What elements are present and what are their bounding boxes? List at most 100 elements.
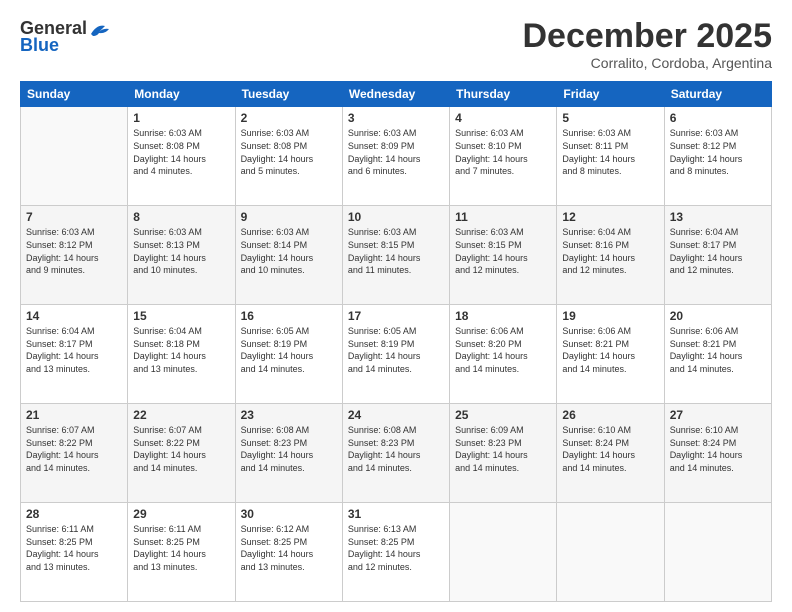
weekday-header-monday: Monday [128, 82, 235, 107]
calendar-cell: 8 Sunrise: 6:03 AMSunset: 8:13 PMDaylight… [128, 206, 235, 305]
day-number: 4 [455, 111, 551, 125]
logo: General Blue [20, 18, 111, 56]
calendar-cell [450, 503, 557, 602]
calendar-cell: 16 Sunrise: 6:05 AMSunset: 8:19 PMDayligh… [235, 305, 342, 404]
day-info: Sunrise: 6:03 AMSunset: 8:09 PMDaylight:… [348, 127, 444, 177]
month-title: December 2025 [522, 18, 772, 55]
day-info: Sunrise: 6:03 AMSunset: 8:08 PMDaylight:… [133, 127, 229, 177]
calendar-cell: 14Sunrise: 6:04 AMSunset: 8:17 PMDayligh… [21, 305, 128, 404]
day-number: 17 [348, 309, 444, 323]
day-number: 7 [26, 210, 122, 224]
location-subtitle: Corralito, Cordoba, Argentina [522, 55, 772, 71]
day-info: Sunrise: 6:03 AMSunset: 8:11 PMDaylight:… [562, 127, 658, 177]
calendar-cell: 10 Sunrise: 6:03 AMSunset: 8:15 PMDayligh… [342, 206, 449, 305]
day-number: 27 [670, 408, 766, 422]
calendar-cell: 5 Sunrise: 6:03 AMSunset: 8:11 PMDaylight… [557, 107, 664, 206]
weekday-header-thursday: Thursday [450, 82, 557, 107]
calendar-cell: 20Sunrise: 6:06 AMSunset: 8:21 PMDayligh… [664, 305, 771, 404]
calendar-cell: 31 Sunrise: 6:13 AMSunset: 8:25 PMDayligh… [342, 503, 449, 602]
day-number: 28 [26, 507, 122, 521]
calendar-cell: 13 Sunrise: 6:04 AMSunset: 8:17 PMDayligh… [664, 206, 771, 305]
day-info: Sunrise: 6:03 AMSunset: 8:13 PMDaylight:… [133, 226, 229, 276]
calendar-cell: 27 Sunrise: 6:10 AMSunset: 8:24 PMDayligh… [664, 404, 771, 503]
day-info: Sunrise: 6:03 AMSunset: 8:08 PMDaylight:… [241, 127, 337, 177]
calendar-cell: 3 Sunrise: 6:03 AMSunset: 8:09 PMDaylight… [342, 107, 449, 206]
calendar-cell: 24Sunrise: 6:08 AMSunset: 8:23 PMDayligh… [342, 404, 449, 503]
day-info: Sunrise: 6:06 AMSunset: 8:21 PMDaylight:… [670, 325, 766, 375]
day-info: Sunrise: 6:03 AMSunset: 8:15 PMDaylight:… [455, 226, 551, 276]
day-info: Sunrise: 6:11 AMSunset: 8:25 PMDaylight:… [26, 523, 122, 573]
day-info: Sunrise: 6:12 AMSunset: 8:25 PMDaylight:… [241, 523, 337, 573]
day-number: 23 [241, 408, 337, 422]
title-block: December 2025 Corralito, Cordoba, Argent… [522, 18, 772, 71]
day-number: 15 [133, 309, 229, 323]
calendar-cell: 23 Sunrise: 6:08 AMSunset: 8:23 PMDayligh… [235, 404, 342, 503]
calendar-cell: 9 Sunrise: 6:03 AMSunset: 8:14 PMDaylight… [235, 206, 342, 305]
calendar-cell: 15Sunrise: 6:04 AMSunset: 8:18 PMDayligh… [128, 305, 235, 404]
header: General Blue December 2025 Corralito, Co… [20, 18, 772, 71]
calendar-cell: 2 Sunrise: 6:03 AMSunset: 8:08 PMDaylight… [235, 107, 342, 206]
day-number: 16 [241, 309, 337, 323]
logo-bird-icon [89, 20, 111, 38]
day-number: 9 [241, 210, 337, 224]
day-info: Sunrise: 6:08 AMSunset: 8:23 PMDaylight:… [348, 424, 444, 474]
day-info: Sunrise: 6:04 AMSunset: 8:17 PMDaylight:… [670, 226, 766, 276]
calendar-cell [21, 107, 128, 206]
day-info: Sunrise: 6:09 AMSunset: 8:23 PMDaylight:… [455, 424, 551, 474]
calendar-week-row: 21 Sunrise: 6:07 AMSunset: 8:22 PMDayligh… [21, 404, 772, 503]
day-number: 22 [133, 408, 229, 422]
calendar-cell: 6Sunrise: 6:03 AMSunset: 8:12 PMDaylight… [664, 107, 771, 206]
day-info: Sunrise: 6:03 AMSunset: 8:12 PMDaylight:… [26, 226, 122, 276]
calendar-cell: 29 Sunrise: 6:11 AMSunset: 8:25 PMDayligh… [128, 503, 235, 602]
day-info: Sunrise: 6:03 AMSunset: 8:14 PMDaylight:… [241, 226, 337, 276]
day-info: Sunrise: 6:07 AMSunset: 8:22 PMDaylight:… [133, 424, 229, 474]
calendar-week-row: 14Sunrise: 6:04 AMSunset: 8:17 PMDayligh… [21, 305, 772, 404]
day-info: Sunrise: 6:05 AMSunset: 8:19 PMDaylight:… [241, 325, 337, 375]
calendar-week-row: 7 Sunrise: 6:03 AMSunset: 8:12 PMDaylight… [21, 206, 772, 305]
calendar-cell [664, 503, 771, 602]
day-info: Sunrise: 6:03 AMSunset: 8:12 PMDaylight:… [670, 127, 766, 177]
day-info: Sunrise: 6:03 AMSunset: 8:10 PMDaylight:… [455, 127, 551, 177]
calendar-cell: 18 Sunrise: 6:06 AMSunset: 8:20 PMDayligh… [450, 305, 557, 404]
day-info: Sunrise: 6:08 AMSunset: 8:23 PMDaylight:… [241, 424, 337, 474]
day-number: 18 [455, 309, 551, 323]
day-number: 1 [133, 111, 229, 125]
calendar-table: SundayMondayTuesdayWednesdayThursdayFrid… [20, 81, 772, 602]
day-number: 26 [562, 408, 658, 422]
weekday-header-sunday: Sunday [21, 82, 128, 107]
day-number: 3 [348, 111, 444, 125]
weekday-header-tuesday: Tuesday [235, 82, 342, 107]
logo-blue-text: Blue [20, 35, 59, 56]
calendar-cell: 21 Sunrise: 6:07 AMSunset: 8:22 PMDayligh… [21, 404, 128, 503]
day-number: 30 [241, 507, 337, 521]
day-number: 29 [133, 507, 229, 521]
day-info: Sunrise: 6:13 AMSunset: 8:25 PMDaylight:… [348, 523, 444, 573]
day-number: 10 [348, 210, 444, 224]
day-info: Sunrise: 6:04 AMSunset: 8:16 PMDaylight:… [562, 226, 658, 276]
day-number: 2 [241, 111, 337, 125]
calendar-cell: 28 Sunrise: 6:11 AMSunset: 8:25 PMDayligh… [21, 503, 128, 602]
day-number: 11 [455, 210, 551, 224]
day-info: Sunrise: 6:07 AMSunset: 8:22 PMDaylight:… [26, 424, 122, 474]
calendar-cell: 22 Sunrise: 6:07 AMSunset: 8:22 PMDayligh… [128, 404, 235, 503]
day-number: 5 [562, 111, 658, 125]
calendar-cell: 30 Sunrise: 6:12 AMSunset: 8:25 PMDayligh… [235, 503, 342, 602]
day-info: Sunrise: 6:06 AMSunset: 8:20 PMDaylight:… [455, 325, 551, 375]
day-info: Sunrise: 6:03 AMSunset: 8:15 PMDaylight:… [348, 226, 444, 276]
day-number: 13 [670, 210, 766, 224]
calendar-cell: 17Sunrise: 6:05 AMSunset: 8:19 PMDayligh… [342, 305, 449, 404]
day-number: 14 [26, 309, 122, 323]
day-number: 21 [26, 408, 122, 422]
day-number: 8 [133, 210, 229, 224]
calendar-cell: 19Sunrise: 6:06 AMSunset: 8:21 PMDayligh… [557, 305, 664, 404]
calendar-cell: 4 Sunrise: 6:03 AMSunset: 8:10 PMDaylight… [450, 107, 557, 206]
day-info: Sunrise: 6:11 AMSunset: 8:25 PMDaylight:… [133, 523, 229, 573]
day-number: 31 [348, 507, 444, 521]
day-number: 12 [562, 210, 658, 224]
day-info: Sunrise: 6:10 AMSunset: 8:24 PMDaylight:… [670, 424, 766, 474]
calendar-week-row: 1 Sunrise: 6:03 AMSunset: 8:08 PMDaylight… [21, 107, 772, 206]
day-info: Sunrise: 6:10 AMSunset: 8:24 PMDaylight:… [562, 424, 658, 474]
calendar-cell: 25Sunrise: 6:09 AMSunset: 8:23 PMDayligh… [450, 404, 557, 503]
calendar-cell: 12 Sunrise: 6:04 AMSunset: 8:16 PMDayligh… [557, 206, 664, 305]
calendar-cell: 26 Sunrise: 6:10 AMSunset: 8:24 PMDayligh… [557, 404, 664, 503]
